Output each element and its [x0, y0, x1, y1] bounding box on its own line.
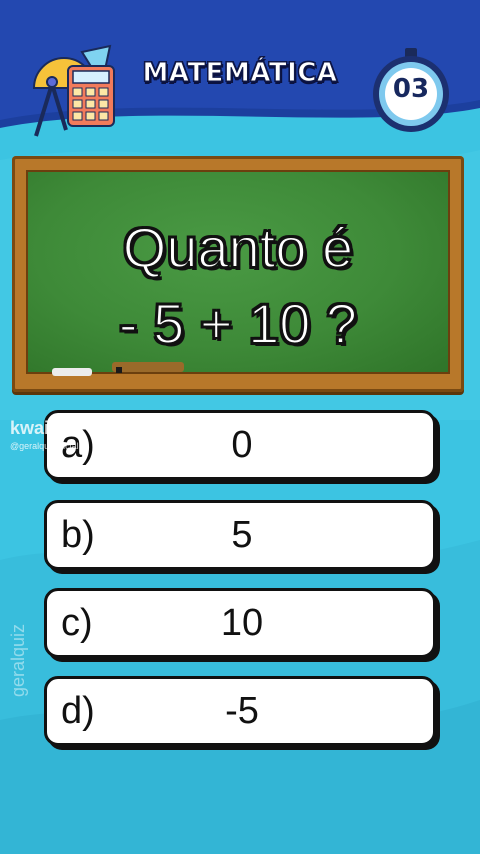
- option-letter: c): [61, 602, 93, 644]
- math-tools-icon: [32, 44, 115, 137]
- option-letter: d): [61, 690, 95, 732]
- option-a[interactable]: a) 0: [44, 410, 436, 480]
- category-title: MATEMÁTICA: [142, 58, 338, 89]
- timer-value: 03: [392, 74, 430, 104]
- option-letter: b): [61, 514, 95, 556]
- kwai-logo: kwai: [10, 418, 50, 438]
- option-value: -5: [225, 690, 259, 732]
- chalk-tray: [112, 362, 184, 372]
- option-c[interactable]: c) 10: [44, 588, 436, 658]
- chalk-icon: [52, 367, 122, 376]
- chalkboard: Quanto é - 5 + 10 ?: [12, 156, 464, 392]
- option-value: 5: [231, 514, 253, 556]
- kwai-watermark: kwai @geralquizoficial: [10, 418, 79, 451]
- option-d[interactable]: d) -5: [44, 676, 436, 746]
- side-watermark: geralquiz: [8, 623, 28, 697]
- chalkboard-surface: Quanto é - 5 + 10 ?: [26, 170, 450, 374]
- option-value: 0: [231, 424, 253, 466]
- kwai-handle: @geralquizoficial: [10, 441, 79, 451]
- option-value: 10: [220, 602, 264, 644]
- question-line-2: - 5 + 10 ?: [118, 292, 358, 355]
- question-line-1: Quanto é: [122, 216, 354, 279]
- option-b[interactable]: b) 5: [44, 500, 436, 570]
